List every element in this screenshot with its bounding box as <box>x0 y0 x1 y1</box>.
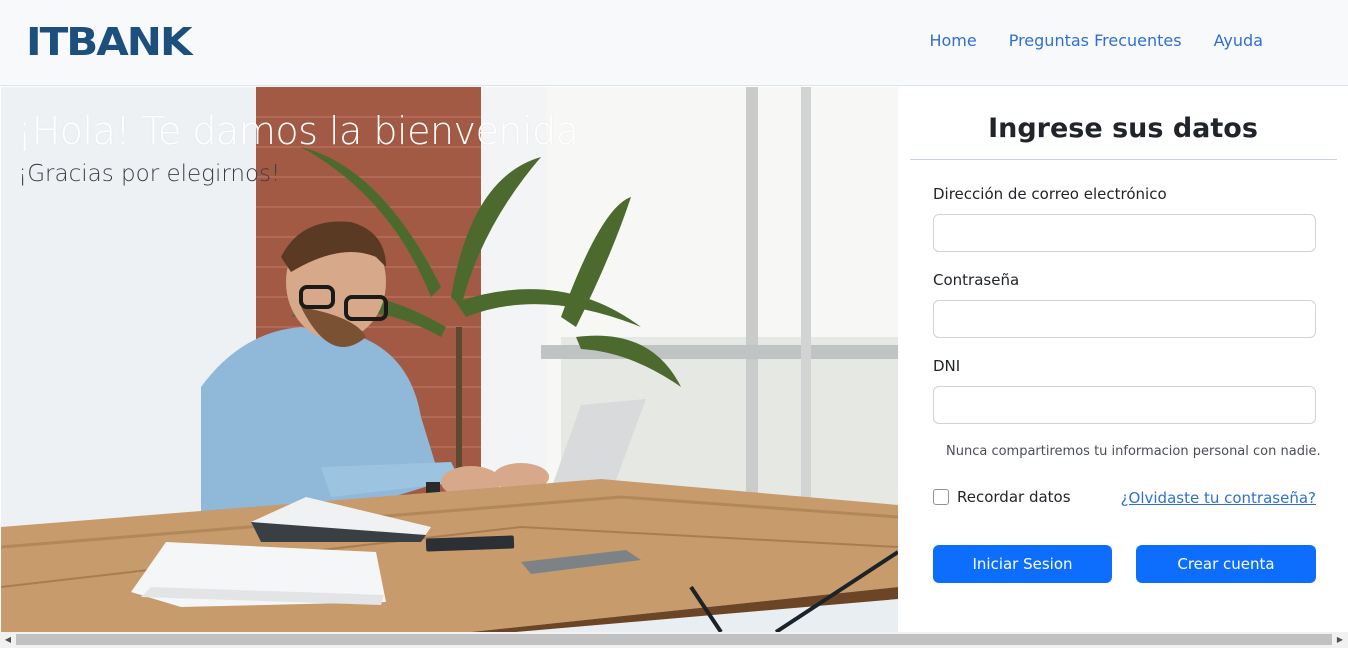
scroll-left-icon[interactable]: ◀ <box>2 634 14 646</box>
password-label: Contraseña <box>933 271 1020 289</box>
navbar: ITBANK Home Preguntas Frecuentes Ayuda <box>0 0 1348 86</box>
privacy-help-text: Nunca compartiremos tu informacion perso… <box>946 444 1321 459</box>
dni-label: DNI <box>933 357 961 375</box>
login-button[interactable]: Iniciar Sesion <box>933 545 1112 583</box>
create-account-button[interactable]: Crear cuenta <box>1136 545 1316 583</box>
scrollbar-thumb[interactable] <box>16 634 1332 645</box>
brand-logo[interactable]: ITBANK <box>26 22 192 61</box>
scroll-right-icon[interactable]: ▶ <box>1334 634 1346 646</box>
remember-row: Recordar datos <box>933 488 1071 506</box>
email-label: Dirección de correo electrónico <box>933 185 1167 203</box>
form-title: Ingrese sus datos <box>988 113 1258 144</box>
email-field[interactable] <box>933 214 1316 252</box>
remember-checkbox[interactable] <box>933 489 949 505</box>
nav-link-home[interactable]: Home <box>929 31 976 50</box>
password-field[interactable] <box>933 300 1316 338</box>
hero-subtitle: ¡Gracias por elegirnos! <box>18 161 281 187</box>
nav-links: Home Preguntas Frecuentes Ayuda <box>929 31 1263 50</box>
nav-link-faq[interactable]: Preguntas Frecuentes <box>1009 31 1182 50</box>
nav-link-help[interactable]: Ayuda <box>1214 31 1263 50</box>
horizontal-scrollbar[interactable]: ◀ ▶ <box>0 632 1348 648</box>
dni-field[interactable] <box>933 386 1316 424</box>
hero-image: ¡Hola! Te damos la bienvenida ¡Gracias p… <box>1 87 898 632</box>
forgot-password-link[interactable]: ¿Olvidaste tu contraseña? <box>1121 489 1316 507</box>
login-panel: Ingrese sus datos Dirección de correo el… <box>898 87 1348 632</box>
divider <box>910 159 1337 160</box>
hero-title: ¡Hola! Te damos la bienvenida <box>17 109 579 153</box>
remember-label[interactable]: Recordar datos <box>957 488 1071 506</box>
